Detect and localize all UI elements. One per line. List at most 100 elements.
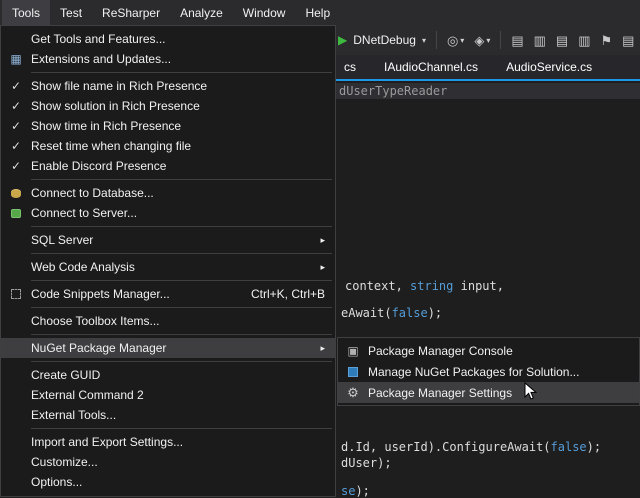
menu-item-show-solution-rich-presence[interactable]: ✓ Show solution in Rich Presence [1,96,335,116]
tab-partial[interactable]: cs [330,55,370,79]
menu-item-sql-server[interactable]: SQL Server ▸ [1,230,335,250]
menu-separator [31,253,332,254]
menu-item-label: Connect to Database... [31,186,325,200]
extensions-icon: ▦ [1,52,31,66]
menu-item-label: SQL Server [31,233,310,247]
code-line: se); [341,484,370,498]
menubar-item-test[interactable]: Test [50,0,92,25]
task-list-icon[interactable]: ▤ [622,34,634,47]
menubar-item-help[interactable]: Help [295,0,340,25]
attach-button[interactable]: ◎ ▾ [447,34,464,47]
menubar-item-window[interactable]: Window [233,0,296,25]
toolbar-divider [436,31,437,49]
tab-iaudiochannel[interactable]: IAudioChannel.cs [370,55,492,79]
comment-icon[interactable]: ▤ [556,34,568,47]
console-icon: ▣ [338,344,368,358]
start-debug-button[interactable]: ▶ DNetDebug ▾ [338,33,426,47]
menu-item-label: Code Snippets Manager... [31,287,233,301]
menu-item-label: External Command 2 [31,388,325,402]
code-line: dUser); [341,456,392,470]
find-icon: ◈ [474,34,484,47]
menu-item-label: Show file name in Rich Presence [31,79,325,93]
checkmark-icon: ✓ [1,159,31,173]
indent-icon[interactable]: ▥ [534,34,546,47]
checkmark-icon: ✓ [1,99,31,113]
menu-separator [31,280,332,281]
chevron-down-icon[interactable]: ▾ [486,36,490,45]
submenu-arrow-icon: ▸ [320,262,325,273]
server-icon [1,209,31,218]
menu-item-label: Enable Discord Presence [31,159,325,173]
menu-item-label: Show time in Rich Presence [31,119,325,133]
menu-item-label: Get Tools and Features... [31,32,325,46]
menu-item-label: NuGet Package Manager [31,341,310,355]
tab-audioservice[interactable]: AudioService.cs [492,55,606,79]
menu-separator [31,334,332,335]
menu-item-label: Options... [31,475,325,489]
menu-item-create-guid[interactable]: Create GUID [1,365,335,385]
menu-item-shortcut: Ctrl+K, Ctrl+B [251,287,325,301]
play-icon: ▶ [338,33,347,47]
debug-target-label: DNetDebug [353,33,416,47]
menu-item-label: Connect to Server... [31,206,325,220]
code-line: eAwait(false); [341,306,442,320]
menu-item-enable-discord-presence[interactable]: ✓ Enable Discord Presence [1,156,335,176]
submenu-item-package-manager-settings[interactable]: ⚙ Package Manager Settings [338,382,639,403]
menu-item-show-time-rich-presence[interactable]: ✓ Show time in Rich Presence [1,116,335,136]
menu-item-import-export-settings[interactable]: Import and Export Settings... [1,432,335,452]
submenu-item-package-manager-console[interactable]: ▣ Package Manager Console [338,340,639,361]
mouse-cursor [524,382,537,405]
outdent-icon[interactable]: ▤ [511,34,523,47]
submenu-item-manage-nuget-packages[interactable]: Manage NuGet Packages for Solution... [338,361,639,382]
uncomment-icon[interactable]: ▥ [578,34,590,47]
submenu-arrow-icon: ▸ [320,235,325,246]
tools-menu: Get Tools and Features... ▦ Extensions a… [0,25,336,497]
menu-separator [31,72,332,73]
nuget-submenu: ▣ Package Manager Console Manage NuGet P… [337,337,640,406]
menu-item-label: Customize... [31,455,325,469]
menu-item-external-tools[interactable]: External Tools... [1,405,335,425]
menu-item-show-file-name-rich-presence[interactable]: ✓ Show file name in Rich Presence [1,76,335,96]
menu-item-code-snippets-manager[interactable]: Code Snippets Manager... Ctrl+K, Ctrl+B [1,284,335,304]
menu-item-web-code-analysis[interactable]: Web Code Analysis ▸ [1,257,335,277]
menu-item-customize[interactable]: Customize... [1,452,335,472]
menu-item-label: Import and Export Settings... [31,435,325,449]
checkmark-icon: ✓ [1,139,31,153]
bookmark-icon[interactable]: ⚑ [601,34,613,47]
menu-item-nuget-package-manager[interactable]: NuGet Package Manager ▸ [1,338,335,358]
menu-item-choose-toolbox-items[interactable]: Choose Toolbox Items... [1,311,335,331]
menu-separator [31,361,332,362]
code-line: d.Id, userId).ConfigureAwait(false); [341,440,601,454]
menu-bar: Tools Test ReSharper Analyze Window Help [0,0,640,25]
code-line: context, string input, [345,279,504,293]
menubar-item-tools[interactable]: Tools [2,0,50,25]
nuget-package-icon [338,367,368,377]
menu-item-get-tools-and-features[interactable]: Get Tools and Features... [1,29,335,49]
chevron-down-icon[interactable]: ▾ [422,36,426,45]
menu-item-options[interactable]: Options... [1,472,335,492]
attach-icon: ◎ [447,34,458,47]
checkmark-icon: ✓ [1,79,31,93]
menu-separator [31,179,332,180]
code-fragment: dUserTypeReader [339,84,447,98]
chevron-down-icon[interactable]: ▾ [460,36,464,45]
menu-item-external-command-2[interactable]: External Command 2 [1,385,335,405]
checkmark-icon: ✓ [1,119,31,133]
submenu-arrow-icon: ▸ [320,343,325,354]
menu-item-extensions-and-updates[interactable]: ▦ Extensions and Updates... [1,49,335,69]
menu-item-label: Extensions and Updates... [31,52,325,66]
gear-icon: ⚙ [338,385,368,401]
menubar-item-analyze[interactable]: Analyze [170,0,233,25]
toolbar-divider [500,31,501,49]
menu-item-label: Web Code Analysis [31,260,310,274]
menubar-item-resharper[interactable]: ReSharper [92,0,170,25]
menu-separator [31,428,332,429]
menu-item-connect-to-server[interactable]: Connect to Server... [1,203,335,223]
menu-item-reset-time-when-changing-file[interactable]: ✓ Reset time when changing file [1,136,335,156]
snippets-icon [1,289,31,299]
menu-item-connect-to-database[interactable]: Connect to Database... [1,183,335,203]
menu-separator [31,307,332,308]
find-button[interactable]: ◈ ▾ [474,34,490,47]
menu-item-label: Show solution in Rich Presence [31,99,325,113]
menu-item-label: Package Manager Console [368,344,629,358]
